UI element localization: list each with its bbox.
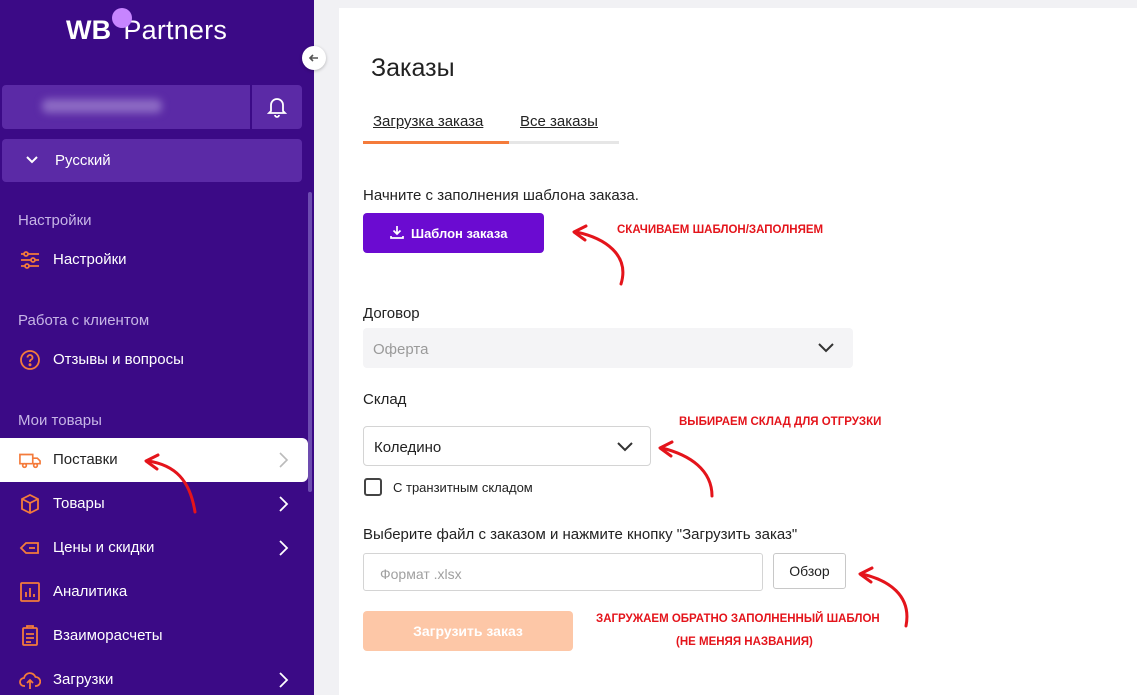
active-tab-indicator	[363, 141, 509, 144]
sidebar-item-settlements[interactable]: Взаиморасчеты	[0, 614, 308, 658]
sidebar-item-label: Отзывы и вопросы	[53, 351, 184, 368]
section-goods: Мои товары	[18, 412, 102, 429]
sidebar-item-label: Аналитика	[53, 583, 128, 600]
sidebar-item-label: Поставки	[53, 451, 118, 468]
sidebar-scrollbar[interactable]	[308, 192, 312, 492]
sidebar-item-analytics[interactable]: Аналитика	[0, 570, 308, 614]
sidebar-item-label: Загрузки	[53, 671, 114, 688]
tag-icon	[19, 542, 39, 554]
contract-select-value: Оферта	[373, 341, 429, 358]
notifications-button[interactable]	[252, 85, 302, 129]
file-hint: Выберите файл с заказом и нажмите кнопку…	[363, 526, 798, 543]
sidebar-item-uploads[interactable]: Загрузки	[0, 658, 308, 695]
chevron-right-icon	[279, 452, 289, 468]
annotation-choose-stock: ВЫБИРАЕМ СКЛАД ДЛЯ ОТГРУЗКИ	[679, 416, 882, 428]
logo-dot	[112, 8, 132, 28]
sidebar-item-supplies[interactable]: Поставки	[0, 438, 308, 482]
transit-checkbox-label: С транзитным складом	[393, 480, 533, 495]
section-clients: Работа с клиентом	[18, 312, 150, 329]
stock-select-value: Коледино	[374, 439, 442, 456]
file-input[interactable]: Формат .xlsx	[363, 553, 763, 591]
logo: WB Partners	[66, 15, 227, 46]
chevron-right-icon	[279, 496, 289, 512]
arrow-left-icon	[308, 54, 318, 62]
logo-wb: WB	[66, 15, 112, 45]
sidebar-item-reviews[interactable]: Отзывы и вопросы	[0, 338, 308, 382]
chevron-right-icon	[279, 540, 289, 556]
upload-order-button[interactable]: Загрузить заказ	[363, 611, 573, 651]
sidebar: WB Partners Русский Настройки Настройки Р…	[0, 0, 314, 695]
file-input-placeholder: Формат .xlsx	[380, 566, 462, 582]
sidebar-item-label: Цены и скидки	[53, 539, 155, 556]
language-label: Русский	[55, 152, 111, 169]
chart-icon	[20, 582, 40, 602]
chevron-right-icon	[279, 672, 289, 688]
account-selector[interactable]	[2, 85, 250, 129]
download-icon	[390, 226, 404, 239]
collapse-sidebar-button[interactable]	[302, 46, 326, 70]
contract-select[interactable]: Оферта	[363, 328, 853, 368]
sidebar-item-prices[interactable]: Цены и скидки	[0, 526, 308, 570]
chevron-down-icon	[26, 156, 38, 164]
logo-partners: Partners	[123, 15, 228, 45]
sidebar-item-label: Товары	[53, 495, 105, 512]
chevron-down-icon	[818, 343, 834, 353]
stock-select[interactable]: Коледино	[363, 426, 651, 466]
question-icon	[20, 350, 40, 370]
stock-label: Склад	[363, 391, 407, 408]
annotation-download-template: СКАЧИВАЕМ ШАБЛОН/ЗАПОЛНЯЕМ	[617, 224, 824, 236]
transit-checkbox[interactable]	[364, 478, 382, 496]
template-download-button[interactable]: Шаблон заказа	[363, 213, 544, 253]
tab-all-orders[interactable]: Все заказы	[520, 113, 598, 130]
tabs: Загрузка заказа Все заказы	[363, 110, 619, 144]
sidebar-item-goods[interactable]: Товары	[0, 482, 308, 526]
clipboard-icon	[22, 625, 38, 646]
chevron-down-icon	[617, 442, 633, 452]
sidebar-item-label: Настройки	[53, 251, 127, 268]
truck-icon	[19, 453, 41, 469]
box-icon	[21, 493, 39, 515]
language-selector[interactable]: Русский	[2, 139, 302, 182]
account-name-blurred	[42, 99, 162, 113]
sidebar-item-settings[interactable]: Настройки	[0, 238, 308, 282]
bell-icon	[267, 98, 287, 118]
annotation-upload-back-1: ЗАГРУЖАЕМ ОБРАТНО ЗАПОЛНЕННЫЙ ШАБЛОН	[596, 613, 880, 625]
browse-button[interactable]: Обзор	[773, 553, 846, 589]
page-title: Заказы	[371, 54, 455, 82]
annotation-upload-back-2: (НЕ МЕНЯЯ НАЗВАНИЯ)	[676, 636, 813, 648]
template-button-label: Шаблон заказа	[411, 226, 508, 241]
template-hint: Начните с заполнения шаблона заказа.	[363, 187, 639, 204]
section-settings: Настройки	[18, 212, 92, 229]
sidebar-item-label: Взаиморасчеты	[53, 627, 163, 644]
sliders-icon	[21, 251, 39, 269]
cloud-upload-icon	[19, 672, 41, 689]
contract-label: Договор	[363, 305, 420, 322]
tab-upload-order[interactable]: Загрузка заказа	[373, 113, 483, 130]
